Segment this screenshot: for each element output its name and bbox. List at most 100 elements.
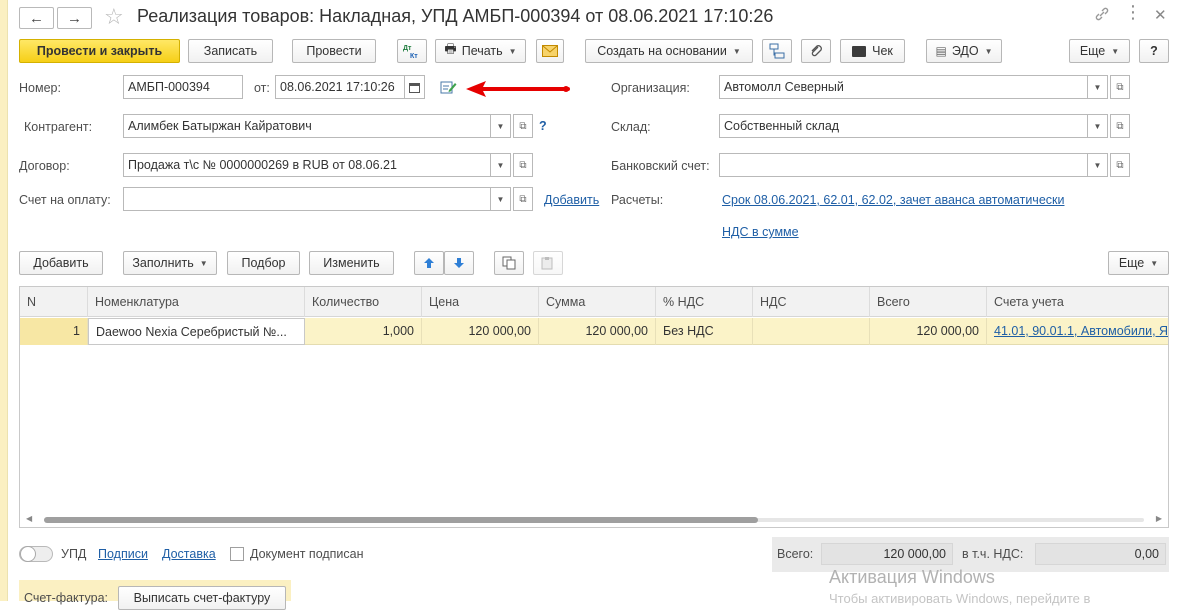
contractor-help-icon[interactable]: ? xyxy=(539,119,547,133)
forward-button[interactable]: → xyxy=(57,7,92,29)
cell-vat[interactable] xyxy=(753,318,870,345)
favorite-star-icon[interactable]: ☆ xyxy=(104,4,124,30)
invoice-add-link[interactable]: Добавить xyxy=(544,193,599,207)
cell-qty[interactable]: 1,000 xyxy=(305,318,422,345)
edo-button[interactable]: ▤ ЭДО ▼ xyxy=(926,39,1002,63)
open-icon[interactable]: ⧉ xyxy=(513,187,533,211)
create-based-on-button[interactable]: Создать на основании ▼ xyxy=(585,39,753,63)
invoice-label: Счет на оплату: xyxy=(19,193,111,207)
column-header-item[interactable]: Номенклатура xyxy=(88,287,305,317)
windows-activation-text: Чтобы активировать Windows, перейдите в xyxy=(829,591,1091,606)
copy-icon xyxy=(502,256,516,270)
invoice-field[interactable] xyxy=(123,187,491,211)
contractor-field[interactable]: Алимбек Батыржан Кайратович xyxy=(123,114,491,138)
table-row[interactable]: 1 Daewoo Nexia Серебристый №... 1,000 12… xyxy=(20,318,1168,345)
cash-register-icon xyxy=(852,45,867,57)
open-icon[interactable]: ⧉ xyxy=(1110,114,1130,138)
bank-account-field[interactable] xyxy=(719,153,1088,177)
column-header-sum[interactable]: Сумма xyxy=(539,287,656,317)
help-button[interactable]: ? xyxy=(1139,39,1169,63)
move-down-button[interactable] xyxy=(444,251,474,275)
calculations-link[interactable]: Срок 08.06.2021, 62.01, 62.02, зачет ава… xyxy=(722,193,1064,207)
number-label: Номер: xyxy=(19,81,61,95)
column-header-total[interactable]: Всего xyxy=(870,287,987,317)
organization-field[interactable]: Автомолл Северный xyxy=(719,75,1088,99)
column-header-accounts[interactable]: Счета учета xyxy=(987,287,1168,317)
chevron-down-icon[interactable]: ▼ xyxy=(1088,114,1108,138)
print-button[interactable]: 🖶 Печать ▼ xyxy=(435,39,526,63)
bank-account-label: Банковский счет: xyxy=(611,159,710,173)
back-button[interactable]: ← xyxy=(19,7,54,29)
scroll-left-icon[interactable]: ◀ xyxy=(26,514,32,523)
open-icon[interactable]: ⧉ xyxy=(1110,153,1130,177)
chevron-down-icon[interactable]: ▼ xyxy=(491,187,511,211)
open-icon[interactable]: ⧉ xyxy=(513,114,533,138)
cell-accounts[interactable]: 41.01, 90.01.1, Автомобили, Я... xyxy=(987,318,1168,345)
calculations-label: Расчеты: xyxy=(611,193,664,207)
copy-row-button[interactable] xyxy=(494,251,524,275)
scroll-thumb[interactable] xyxy=(44,517,758,523)
column-header-qty[interactable]: Количество xyxy=(305,287,422,317)
dt-kt-button[interactable]: Дт Кт xyxy=(397,39,427,63)
date-field[interactable]: 08.06.2021 17:10:26 xyxy=(275,75,405,99)
move-up-button[interactable] xyxy=(414,251,444,275)
email-button[interactable] xyxy=(536,39,564,63)
chevron-down-icon[interactable]: ▼ xyxy=(1088,153,1108,177)
table-more-button[interactable]: Еще ▼ xyxy=(1108,251,1169,275)
invoice-section: Счет-фактура: Выписать счет-фактуру xyxy=(19,580,291,610)
attach-button[interactable] xyxy=(801,39,831,63)
post-button[interactable]: Провести xyxy=(292,39,376,63)
open-icon[interactable]: ⧉ xyxy=(1110,75,1130,99)
cell-price[interactable]: 120 000,00 xyxy=(422,318,539,345)
more-dots-icon[interactable]: ⋮ xyxy=(1124,2,1142,23)
cell-vat-rate[interactable]: Без НДС xyxy=(656,318,753,345)
scroll-right-icon[interactable]: ▶ xyxy=(1156,514,1162,523)
column-header-price[interactable]: Цена xyxy=(422,287,539,317)
horizontal-scrollbar[interactable]: ◀ ▶ xyxy=(20,513,1168,527)
cell-sum[interactable]: 120 000,00 xyxy=(539,318,656,345)
add-row-button[interactable]: Добавить xyxy=(19,251,103,275)
issue-invoice-button[interactable]: Выписать счет-фактуру xyxy=(118,586,286,610)
arrow-down-icon xyxy=(454,258,464,268)
receipt-button[interactable]: Чек xyxy=(840,39,905,63)
select-button[interactable]: Подбор xyxy=(227,251,300,275)
warehouse-field[interactable]: Собственный склад xyxy=(719,114,1088,138)
cell-total[interactable]: 120 000,00 xyxy=(870,318,987,345)
upd-toggle[interactable] xyxy=(19,546,53,562)
chevron-down-icon[interactable]: ▼ xyxy=(1088,75,1108,99)
document-signed-checkbox[interactable] xyxy=(230,547,244,561)
structure-button[interactable] xyxy=(762,39,792,63)
left-strip xyxy=(0,0,8,601)
close-icon[interactable]: ✕ xyxy=(1154,6,1167,24)
cell-item[interactable]: Daewoo Nexia Серебристый №... xyxy=(88,318,305,345)
column-header-vat[interactable]: НДС xyxy=(753,287,870,317)
delivery-link[interactable]: Доставка xyxy=(162,547,216,561)
save-button[interactable]: Записать xyxy=(188,39,273,63)
total-value: 120 000,00 xyxy=(821,543,953,565)
post-and-close-button[interactable]: Провести и закрыть xyxy=(19,39,180,63)
link-icon[interactable] xyxy=(1094,6,1110,26)
column-header-vat-rate[interactable]: % НДС xyxy=(656,287,753,317)
signatures-link[interactable]: Подписи xyxy=(98,547,148,561)
number-field[interactable]: АМБП-000394 xyxy=(123,75,243,99)
contract-field[interactable]: Продажа т\с № 0000000269 в RUB от 08.06.… xyxy=(123,153,491,177)
create-based-label: Создать на основании xyxy=(597,44,727,58)
vat-mode-link[interactable]: НДС в сумме xyxy=(722,225,799,239)
edit-number-icon[interactable] xyxy=(440,79,457,98)
page-title: Реализация товаров: Накладная, УПД АМБП-… xyxy=(137,6,774,26)
goods-table[interactable]: N Номенклатура Количество Цена Сумма % Н… xyxy=(19,286,1169,528)
column-header-n[interactable]: N xyxy=(20,287,88,317)
edit-button[interactable]: Изменить xyxy=(309,251,394,275)
table-more-label: Еще xyxy=(1118,256,1145,270)
chevron-down-icon[interactable]: ▼ xyxy=(491,114,511,138)
vat-total-value: 0,00 xyxy=(1035,543,1166,565)
printer-icon: 🖶 xyxy=(444,41,457,56)
fill-button[interactable]: Заполнить ▼ xyxy=(123,251,217,275)
paperclip-icon xyxy=(811,45,822,57)
calendar-button[interactable] xyxy=(405,75,425,99)
more-button[interactable]: Еще ▼ xyxy=(1069,39,1130,63)
paste-row-button[interactable] xyxy=(533,251,563,275)
date-label: от: xyxy=(254,81,270,95)
open-icon[interactable]: ⧉ xyxy=(513,153,533,177)
chevron-down-icon[interactable]: ▼ xyxy=(491,153,511,177)
